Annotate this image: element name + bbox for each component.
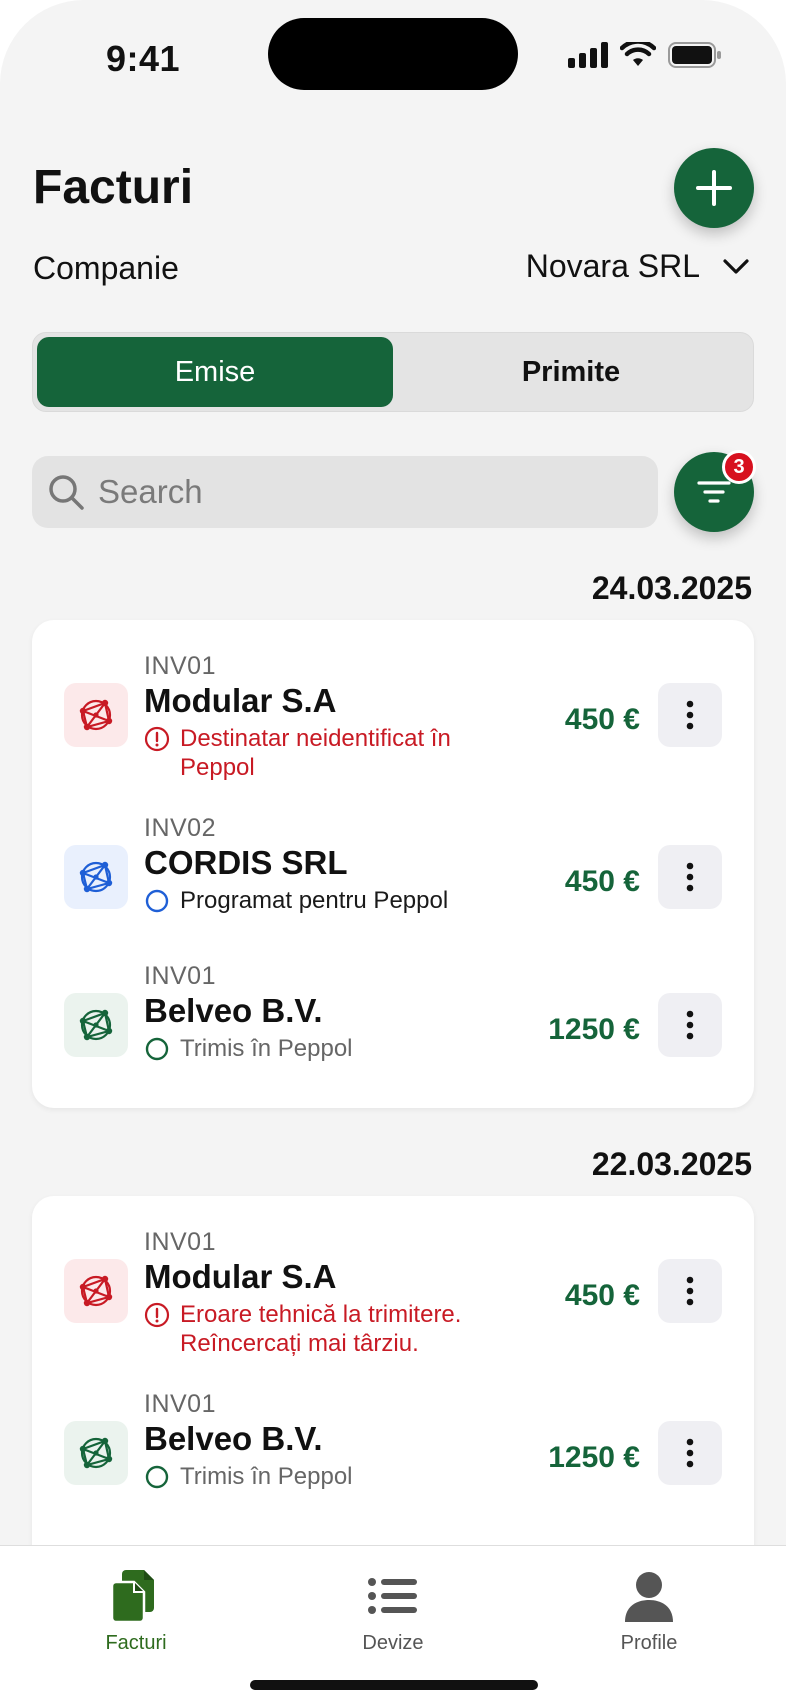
status-text: Programat pentru Peppol xyxy=(180,887,449,914)
home-indicator xyxy=(250,1680,538,1690)
invoice-status: Trimis în Peppol xyxy=(144,1034,353,1063)
invoice-row[interactable]: INV02 CORDIS SRL Programat pentru Peppol… xyxy=(32,796,754,944)
more-vertical-icon xyxy=(686,700,694,730)
more-vertical-icon xyxy=(686,1438,694,1468)
invoice-status: Programat pentru Peppol xyxy=(144,886,448,915)
invoice-client-name: Modular S.A xyxy=(144,1258,337,1295)
more-vertical-icon xyxy=(686,1010,694,1040)
invoice-more-button[interactable] xyxy=(658,845,722,909)
status-bar: 9:41 xyxy=(0,0,786,110)
invoice-amount: 1250 € xyxy=(548,1013,640,1046)
invoice-row[interactable]: INV01 Belveo B.V. Trimis în Peppol 1250 … xyxy=(32,1372,754,1536)
invoice-client-name: Belveo B.V. xyxy=(144,1420,323,1457)
status-text-line-1: Eroare tehnică la trimitere. xyxy=(180,1301,462,1328)
wifi-icon xyxy=(620,42,656,66)
status-text-line-2: Reîncercați mai târziu. xyxy=(180,1330,419,1357)
filter-icon xyxy=(697,481,731,503)
status-text-line-2: Peppol xyxy=(180,754,255,781)
invoice-code: INV02 xyxy=(144,814,216,842)
person-icon xyxy=(625,1572,673,1622)
network-globe-icon xyxy=(64,683,128,747)
chevron-down-icon xyxy=(723,258,749,274)
filter-button[interactable]: 3 xyxy=(674,450,756,532)
sent-circle-icon xyxy=(145,1037,169,1061)
page-title: Facturi xyxy=(33,161,194,214)
invoice-amount: 450 € xyxy=(564,1279,640,1312)
invoice-row[interactable]: INV01 Belveo B.V. Trimis în Peppol 1250 … xyxy=(32,944,754,1108)
tab-devize-label: Devize xyxy=(362,1632,424,1654)
invoice-more-button[interactable] xyxy=(658,1421,722,1485)
invoice-more-button[interactable] xyxy=(658,683,722,747)
segment-emise[interactable]: Emise xyxy=(37,337,393,407)
invoice-more-button[interactable] xyxy=(658,993,722,1057)
company-value: Novara SRL xyxy=(525,248,700,284)
invoice-code: INV01 xyxy=(144,1228,216,1256)
invoice-status: Eroare tehnică la trimitere. Reîncercați… xyxy=(144,1300,474,1358)
invoice-group-card: INV01 Modular S.A Destinatar neidentific… xyxy=(32,620,754,1108)
invoice-client-name: CORDIS SRL xyxy=(144,844,348,881)
invoice-code: INV01 xyxy=(144,962,216,990)
list-icon xyxy=(368,1578,417,1614)
status-icons xyxy=(568,42,722,68)
invoice-amount: 450 € xyxy=(564,865,640,898)
tab-profile-label: Profile xyxy=(620,1632,678,1654)
invoice-amount: 450 € xyxy=(564,703,640,736)
invoice-status: Destinatar neidentificat în Peppol xyxy=(144,724,474,782)
search-input[interactable] xyxy=(98,473,618,511)
network-globe-icon xyxy=(64,845,128,909)
battery-icon xyxy=(668,42,721,68)
date-header: 22.03.2025 xyxy=(591,1146,752,1182)
network-globe-icon xyxy=(64,1421,128,1485)
tab-devize[interactable]: Devize xyxy=(313,1568,473,1655)
invoice-code: INV01 xyxy=(144,1390,216,1418)
more-vertical-icon xyxy=(686,1276,694,1306)
add-invoice-button[interactable] xyxy=(674,148,754,228)
company-label: Companie xyxy=(33,250,179,286)
phone-screen: 9:41 Facturi Companie Novara SRL Emise P… xyxy=(0,0,786,1704)
tab-facturi-label: Facturi xyxy=(105,1632,167,1654)
scheduled-circle-icon xyxy=(145,889,169,913)
search-bar xyxy=(32,456,658,528)
signal-icon xyxy=(568,42,608,68)
date-header: 24.03.2025 xyxy=(591,570,752,606)
invoice-type-segmented-control: Emise Primite xyxy=(32,332,754,412)
alert-circle-icon xyxy=(144,1302,170,1328)
network-globe-icon xyxy=(64,1259,128,1323)
invoice-row[interactable]: INV01 Modular S.A Eroare tehnică la trim… xyxy=(32,1196,754,1372)
search-icon xyxy=(49,475,84,510)
tab-profile[interactable]: Profile xyxy=(569,1568,729,1655)
sent-circle-icon xyxy=(145,1465,169,1489)
more-vertical-icon xyxy=(686,862,694,892)
company-select[interactable]: Novara SRL xyxy=(526,248,750,285)
status-text-line-1: Destinatar neidentificat în xyxy=(180,725,451,752)
documents-icon xyxy=(110,1570,154,1624)
alert-circle-icon xyxy=(144,726,170,752)
invoice-client-name: Modular S.A xyxy=(144,682,337,719)
segment-primite[interactable]: Primite xyxy=(393,337,749,407)
dynamic-island xyxy=(268,18,518,90)
invoice-status: Trimis în Peppol xyxy=(144,1462,353,1491)
status-time: 9:41 xyxy=(106,38,181,79)
invoice-code: INV01 xyxy=(144,652,216,680)
plus-icon xyxy=(696,170,732,206)
status-text: Trimis în Peppol xyxy=(180,1463,353,1490)
invoice-row[interactable]: INV01 Modular S.A Destinatar neidentific… xyxy=(32,620,754,796)
invoice-client-name: Belveo B.V. xyxy=(144,992,323,1029)
status-text: Trimis în Peppol xyxy=(180,1035,353,1062)
invoice-amount: 1250 € xyxy=(548,1441,640,1474)
tab-facturi[interactable]: Facturi xyxy=(56,1568,216,1655)
filter-count-badge: 3 xyxy=(722,450,756,484)
network-globe-icon xyxy=(64,993,128,1057)
invoice-more-button[interactable] xyxy=(658,1259,722,1323)
